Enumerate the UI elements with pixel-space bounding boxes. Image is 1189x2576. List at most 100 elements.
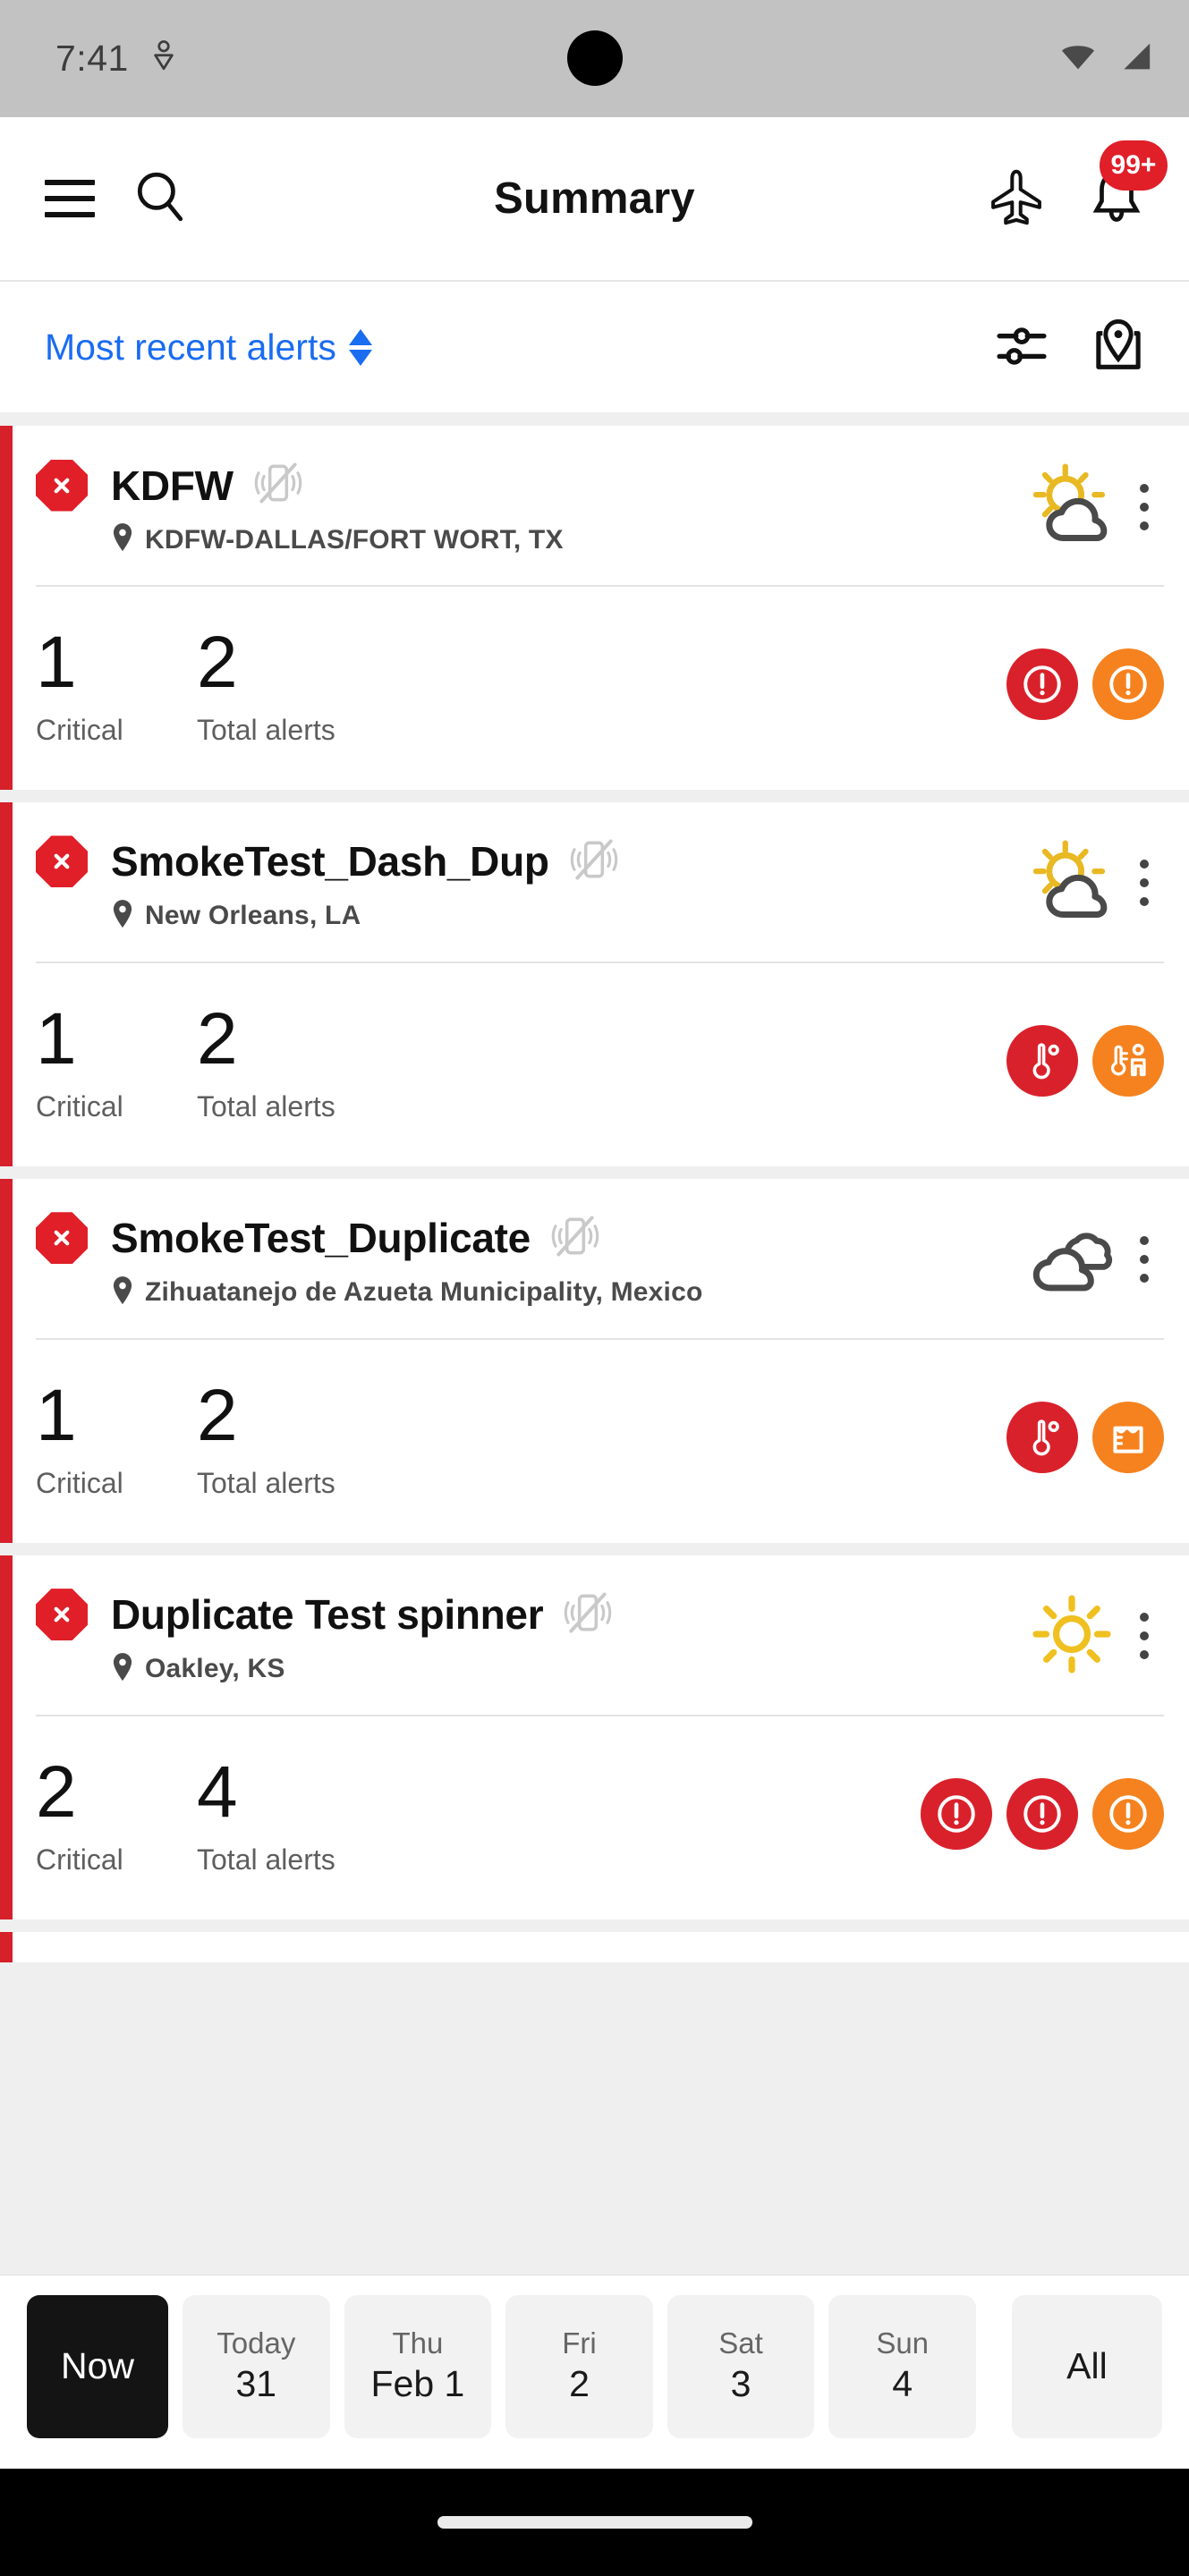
critical-label: Critical [36, 1843, 123, 1876]
alert-severity-badge[interactable] [1006, 1777, 1078, 1850]
critical-stat: 2 Critical [36, 1750, 197, 1877]
sort-arrows-icon [348, 328, 372, 366]
total-alerts-count: 2 [197, 997, 238, 1080]
date-tab-weekday: Fri [562, 2326, 597, 2360]
gesture-home-indicator[interactable] [437, 2516, 752, 2529]
sort-label: Most recent alerts [45, 326, 336, 368]
vibrate-off-icon[interactable] [563, 1588, 613, 1642]
date-tab-weekday: Thu [392, 2326, 444, 2360]
camera-cutout [566, 30, 623, 86]
critical-count: 2 [36, 1750, 77, 1833]
kebab-menu-icon[interactable] [1125, 1607, 1164, 1665]
alert-severity-badge[interactable] [1006, 1024, 1078, 1097]
phone-screen: 7:41 Summary 99+ Most recent alerts KDFW… [0, 0, 1189, 2576]
total-alerts-label: Total alerts [197, 713, 335, 746]
critical-label: Critical [36, 1466, 123, 1499]
stop-octagon-x-icon [36, 459, 88, 512]
card-header: Duplicate Test spinner Oakley, KS [36, 1555, 1164, 1715]
site-name: SmokeTest_Dash_Dup [111, 838, 549, 886]
total-alerts-stat: 4 Total alerts [197, 1750, 335, 1877]
airplane-icon[interactable] [987, 167, 1046, 231]
alert-severity-badge[interactable] [1006, 648, 1078, 720]
card-statistics: 1 Critical 2 Total alerts [36, 963, 1164, 1166]
alert-card[interactable]: SmokeTest_Duplicate Zihuatanejo de Azueta… [0, 1178, 1189, 1543]
card-statistics: 2 Critical 4 Total alerts [36, 1716, 1164, 1919]
date-tab-bar[interactable]: Now Today 31 Thu Feb 1 Fri 2 Sat 3 Sun 4 All [0, 2275, 1189, 2469]
map-pin-icon [109, 1651, 136, 1688]
alert-badge-group [1006, 1024, 1164, 1123]
site-name: KDFW [111, 462, 234, 509]
vibrate-off-icon[interactable] [550, 1211, 600, 1266]
alert-card[interactable]: KDFW KDFW-DALLAS/FORT WORT, TX 1 Critical 2 T… [0, 426, 1189, 790]
alert-badge-group [921, 1777, 1164, 1877]
alert-severity-badge[interactable] [1006, 1401, 1078, 1473]
cloudy-icon [1028, 1216, 1116, 1303]
filter-sliders-icon[interactable] [996, 319, 1048, 376]
cellular-signal-icon [1117, 40, 1153, 77]
search-icon[interactable] [132, 169, 188, 229]
vibrate-off-icon[interactable] [253, 458, 303, 513]
alert-card[interactable]: Duplicate Test spinner Oakley, KS 2 Critica… [0, 1555, 1189, 1919]
critical-stat: 1 Critical [36, 1002, 197, 1123]
date-tab[interactable]: Sat 3 [667, 2295, 815, 2438]
date-tab-label: All [1066, 2345, 1108, 2387]
sort-selector[interactable]: Most recent alerts [45, 326, 372, 369]
alert-badge-group [1006, 1401, 1164, 1500]
kebab-menu-icon[interactable] [1125, 854, 1164, 911]
total-alerts-count: 2 [197, 622, 238, 703]
system-navigation-bar [0, 2469, 1189, 2576]
date-tab[interactable]: Today 31 [183, 2295, 330, 2438]
status-bar-notification-icons [150, 39, 177, 78]
kebab-menu-icon[interactable] [1125, 1231, 1164, 1288]
date-tab[interactable]: Now [27, 2295, 168, 2438]
alert-card[interactable]: SmokeTest_Dash_Dup New Orleans, LA 1 Critic… [0, 801, 1189, 1166]
alert-card-partial[interactable] [0, 1931, 1189, 1962]
date-tab-label: 2 [569, 2363, 590, 2405]
stop-octagon-x-icon [36, 835, 88, 888]
alert-severity-badge[interactable] [1092, 1401, 1164, 1473]
map-pin-view-icon[interactable] [1092, 318, 1144, 377]
critical-count: 1 [36, 622, 77, 703]
date-tab-label: 3 [730, 2363, 752, 2405]
alert-severity-badge[interactable] [1092, 1777, 1164, 1850]
map-pin-icon [109, 1275, 136, 1311]
hamburger-menu-icon[interactable] [45, 180, 95, 217]
alert-severity-badge[interactable] [1092, 648, 1164, 720]
total-alerts-stat: 2 Total alerts [197, 622, 335, 747]
site-location: Oakley, KS [145, 1654, 285, 1684]
card-header: KDFW KDFW-DALLAS/FORT WORT, TX [36, 426, 1164, 585]
card-severity-accent-bar [0, 801, 13, 1166]
status-bar-system-icons [1058, 40, 1153, 77]
sunny-icon [1028, 1593, 1116, 1680]
date-tab[interactable]: Fri 2 [505, 2295, 653, 2438]
list-top-spacer [0, 413, 1189, 426]
date-tab-label: Feb 1 [370, 2363, 465, 2405]
bell-icon[interactable]: 99+ [1089, 140, 1168, 231]
date-tab[interactable]: Thu Feb 1 [344, 2295, 492, 2438]
date-tab[interactable]: All [1011, 2295, 1162, 2438]
site-name: SmokeTest_Duplicate [111, 1215, 531, 1262]
card-statistics: 1 Critical 2 Total alerts [36, 1340, 1164, 1543]
date-tab-label: 4 [892, 2363, 913, 2405]
alert-card-list[interactable]: KDFW KDFW-DALLAS/FORT WORT, TX 1 Critical 2 T… [0, 413, 1189, 2275]
vibrate-off-icon[interactable] [569, 835, 619, 889]
partly-cloudy-icon [1028, 463, 1116, 550]
kebab-menu-icon[interactable] [1125, 479, 1164, 536]
app-header-bar: Summary 99+ [0, 117, 1189, 282]
site-name: Duplicate Test spinner [111, 1591, 544, 1639]
alert-severity-badge[interactable] [1092, 1024, 1164, 1097]
total-alerts-stat: 2 Total alerts [197, 997, 335, 1123]
date-tab[interactable]: Sun 4 [828, 2295, 976, 2438]
card-severity-accent-bar [0, 1178, 13, 1543]
card-severity-accent-bar [0, 1931, 13, 1962]
date-tab-weekday: Today [217, 2326, 296, 2360]
total-alerts-count: 2 [197, 1374, 238, 1456]
total-alerts-count: 4 [197, 1750, 238, 1833]
alert-severity-badge[interactable] [921, 1777, 992, 1850]
critical-label: Critical [36, 1089, 123, 1123]
total-alerts-stat: 2 Total alerts [197, 1374, 335, 1500]
card-header: SmokeTest_Dash_Dup New Orleans, LA [36, 802, 1164, 962]
system-status-bar: 7:41 [0, 0, 1189, 117]
total-alerts-label: Total alerts [197, 1089, 335, 1123]
date-tab-label: Now [60, 2345, 135, 2387]
